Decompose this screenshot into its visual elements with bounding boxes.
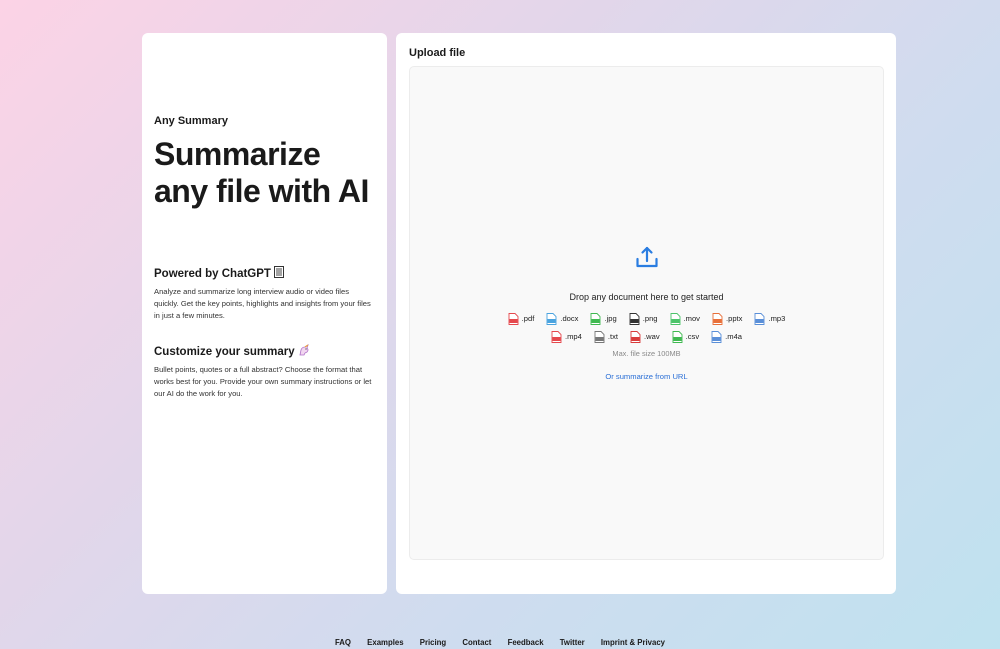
summarize-url-link[interactable]: Or summarize from URL [410,372,883,381]
footer-link-faq[interactable]: FAQ [335,638,351,647]
feature-title-text: Customize your summary [154,345,295,358]
intro-panel: Any Summary Summarize any file with AI P… [142,33,387,594]
feature-description-customize: Bullet points, quotes or a full abstract… [154,365,372,398]
file-type-pptx: .pptx [712,312,742,325]
file-type-label: .pdf [521,314,535,323]
footer-link-imprint[interactable]: Imprint & Privacy [601,638,665,647]
file-type-m4a: .m4a [711,330,742,343]
file-icon [508,312,519,325]
footer-link-pricing[interactable]: Pricing [420,638,446,647]
file-type-png: .png [629,312,658,325]
file-dropzone[interactable]: Drop any document here to get started .p… [409,66,884,560]
feature-description-powered: Analyze and summarize long interview aud… [154,287,371,320]
file-type-label: .csv [685,332,700,341]
file-type-label: .png [642,314,658,323]
file-type-txt: .txt [594,330,618,343]
brand-name: Any Summary [154,115,228,127]
file-type-label: .txt [607,332,618,341]
file-icon [712,312,723,325]
file-type-label: .pptx [725,314,743,323]
file-icon [551,330,562,343]
drop-instructions: Drop any document here to get started [569,292,724,302]
file-type-csv: .csv [672,330,700,343]
footer-link-contact[interactable]: Contact [462,638,491,647]
file-type-mov: .mov [670,312,700,325]
unicorn-icon [298,344,310,359]
file-type-label: .m4a [725,332,743,341]
file-icon [594,330,605,343]
file-icon [672,330,683,343]
file-type-label: .wav [644,332,660,341]
upload-icon [636,246,658,268]
file-type-mp3: .mp3 [754,312,785,325]
file-icon [591,312,601,325]
file-icon [630,330,641,343]
page-icon [273,266,284,281]
file-icon [711,330,722,343]
footer-nav: FAQ Examples Pricing Contact Feedback Tw… [0,638,1000,647]
file-types-row-1: .pdf .docx .jpg .png .mov .pptx .mp3 [410,312,883,325]
max-file-size: Max. file size 100MB [612,349,681,358]
file-type-jpg: .jpg [590,312,617,325]
footer-link-twitter[interactable]: Twitter [560,638,585,647]
footer-link-examples[interactable]: Examples [367,638,403,647]
upload-title: Upload file [409,47,466,59]
file-icon [755,312,765,325]
file-type-wav: .wav [630,330,660,343]
file-icon [670,312,680,325]
file-type-mp4: .mp4 [551,330,582,343]
file-types-row-2: .mp4 .txt .wav .csv .m4a [410,330,883,343]
file-type-docx: .docx [546,312,578,325]
file-type-label: .docx [560,314,579,323]
feature-title-powered: Powered by ChatGPT [154,266,284,281]
page-headline: Summarize any file with AI [154,136,369,209]
footer-link-feedback[interactable]: Feedback [508,638,544,647]
file-type-label: .mp4 [564,332,582,341]
file-icon [546,312,557,325]
file-type-pdf: .pdf [508,312,535,325]
file-type-label: .jpg [604,314,617,323]
file-icon [629,312,640,325]
feature-title-customize: Customize your summary [154,344,310,359]
upload-panel: Upload file Drop any document here to ge… [396,33,896,594]
file-type-label: .mp3 [768,314,786,323]
file-type-label: .mov [683,314,700,323]
feature-title-text: Powered by ChatGPT [154,267,271,280]
